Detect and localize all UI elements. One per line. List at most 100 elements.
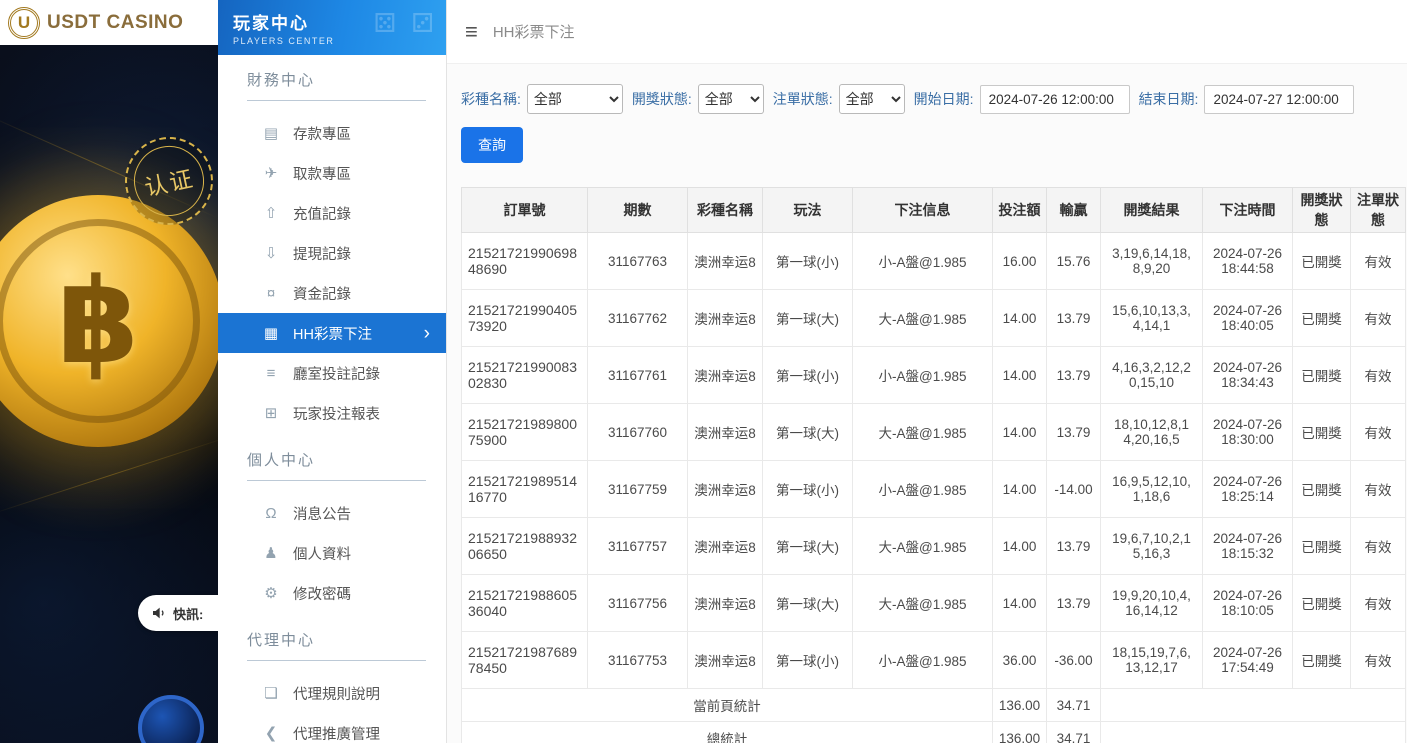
table-cell: 2024-07-26 18:15:32 bbox=[1203, 518, 1293, 575]
table-cell: 澳洲幸运8 bbox=[688, 404, 763, 461]
table-cell: 31167762 bbox=[588, 290, 688, 347]
draw-status-select[interactable]: 全部 bbox=[698, 84, 764, 114]
table-cell: 2024-07-26 18:30:00 bbox=[1203, 404, 1293, 461]
sidebar-menu: 財務中心 ▤ 存款專區 ✈取款專區⇧充值記錄⇩提現記錄¤資金記錄▦HH彩票下注›≡廳室… bbox=[218, 55, 446, 743]
table-cell: 第一球(小) bbox=[763, 347, 853, 404]
sidebar-item-funds-record[interactable]: ¤資金記錄 bbox=[218, 273, 446, 313]
summary-row: 總統計136.0034.71 bbox=[462, 722, 1406, 743]
table-cell: 13.79 bbox=[1047, 347, 1101, 404]
table-cell: 已開獎 bbox=[1293, 632, 1351, 689]
news-ticker[interactable]: 快訊: bbox=[138, 595, 218, 631]
section-title: 財務中心 bbox=[247, 69, 426, 101]
sidebar-header: 玩家中心 PLAYERS CENTER ⚄ ⚂ bbox=[218, 0, 446, 55]
table-cell: 13.79 bbox=[1047, 404, 1101, 461]
sidebar-item-player-bet-report[interactable]: ⊞玩家投注報表 bbox=[218, 393, 446, 433]
summary-label: 當前頁統計 bbox=[462, 689, 993, 722]
decor-line bbox=[0, 435, 218, 516]
sidebar-item-profile[interactable]: ♟個人資料 bbox=[218, 533, 446, 573]
table-cell: 有效 bbox=[1351, 461, 1406, 518]
sidebar-item-deposit[interactable]: ▤ 存款專區 bbox=[218, 113, 446, 153]
summary-empty-cell bbox=[1101, 689, 1406, 722]
table-cell: 13.79 bbox=[1047, 518, 1101, 575]
sidebar-item-agent-rules[interactable]: ❏代理規則說明 bbox=[218, 673, 446, 713]
sidebar-item-recharge-record[interactable]: ⇧充值記錄 bbox=[218, 193, 446, 233]
lottery-name-select[interactable]: 全部 bbox=[527, 84, 623, 114]
main-area: ≡ HH彩票下注 彩種名稱: 全部 開獎狀態: 全部 注單狀態: bbox=[447, 0, 1407, 743]
bitcoin-symbol: ฿ bbox=[57, 252, 139, 390]
withdraw-send-icon: ✈ bbox=[262, 164, 280, 182]
sidebar-item-change-password[interactable]: ⚙ 修改密碼 bbox=[218, 573, 446, 613]
sidebar-item-label: 代理推廣管理 bbox=[293, 723, 380, 743]
brand-logo-text: USDT CASINO bbox=[47, 12, 183, 34]
end-date-label: 結束日期: bbox=[1139, 89, 1199, 109]
table-cell: 小-A盤@1.985 bbox=[853, 632, 993, 689]
table-cell: 14.00 bbox=[993, 461, 1047, 518]
table-cell: 第一球(大) bbox=[763, 290, 853, 347]
table-cell: 18,10,12,8,14,20,16,5 bbox=[1101, 404, 1203, 461]
sidebar-item-withdraw[interactable]: ✈取款專區 bbox=[218, 153, 446, 193]
table-cell: 2024-07-26 18:44:58 bbox=[1203, 233, 1293, 290]
table-cell: 已開獎 bbox=[1293, 290, 1351, 347]
hamburger-menu-icon[interactable]: ≡ bbox=[465, 21, 478, 43]
summary-empty-cell bbox=[1101, 722, 1406, 743]
column-header: 注單狀態 bbox=[1351, 188, 1406, 233]
table-cell: 31167757 bbox=[588, 518, 688, 575]
sidebar-item-label: 修改密碼 bbox=[293, 583, 351, 604]
table-cell: 大-A盤@1.985 bbox=[853, 518, 993, 575]
certification-badge-label: 认证 bbox=[127, 139, 210, 222]
floating-widget[interactable] bbox=[138, 695, 204, 743]
sidebar-item-label: 玩家投注報表 bbox=[293, 403, 380, 424]
table-cell: 大-A盤@1.985 bbox=[853, 404, 993, 461]
start-date-input[interactable] bbox=[980, 85, 1130, 114]
speaker-icon bbox=[151, 605, 167, 621]
table-cell: 19,9,20,10,4,16,14,12 bbox=[1101, 575, 1203, 632]
column-header: 期數 bbox=[588, 188, 688, 233]
sidebar-item-label: 充值記錄 bbox=[293, 203, 351, 224]
table-cell: 31167759 bbox=[588, 461, 688, 518]
table-cell: 澳洲幸运8 bbox=[688, 290, 763, 347]
table-cell: 小-A盤@1.985 bbox=[853, 347, 993, 404]
table-cell: 31167761 bbox=[588, 347, 688, 404]
end-date-input[interactable] bbox=[1204, 85, 1354, 114]
summary-label: 總統計 bbox=[462, 722, 993, 743]
table-cell: 大-A盤@1.985 bbox=[853, 290, 993, 347]
sidebar-item-withdraw-record[interactable]: ⇩提現記錄 bbox=[218, 233, 446, 273]
gear-icon: ⚙ bbox=[262, 584, 280, 602]
table-cell: 2152172198893206650 bbox=[462, 518, 588, 575]
sidebar-item-room-bet-record[interactable]: ≡廳室投註記錄 bbox=[218, 353, 446, 393]
table-cell: 小-A盤@1.985 bbox=[853, 233, 993, 290]
table-row: 215217219876897845031167753澳洲幸运8第一球(小)小-… bbox=[462, 632, 1406, 689]
deposit-card-icon: ▤ bbox=[262, 124, 280, 142]
news-label: 快訊: bbox=[173, 604, 203, 623]
table-cell: 4,16,3,2,12,20,15,10 bbox=[1101, 347, 1203, 404]
column-header: 投注額 bbox=[993, 188, 1047, 233]
table-cell: 已開獎 bbox=[1293, 404, 1351, 461]
lottery-bet-icon: ▦ bbox=[262, 324, 280, 342]
column-header: 開獎結果 bbox=[1101, 188, 1203, 233]
table-cell: 有效 bbox=[1351, 290, 1406, 347]
table-cell: 澳洲幸运8 bbox=[688, 233, 763, 290]
sidebar: 玩家中心 PLAYERS CENTER ⚄ ⚂ 財務中心 ▤ 存款專區 ✈取款專區⇧充… bbox=[218, 0, 447, 743]
table-cell: 2152172198951416770 bbox=[462, 461, 588, 518]
table-cell: 13.79 bbox=[1047, 290, 1101, 347]
brand-logo[interactable]: U USDT CASINO bbox=[0, 0, 218, 45]
sidebar-item-announcements[interactable]: Ω消息公告 bbox=[218, 493, 446, 533]
table-body: 215217219906984869031167763澳洲幸运8第一球(小)小-… bbox=[462, 233, 1406, 743]
table-cell: 已開獎 bbox=[1293, 461, 1351, 518]
order-status-select[interactable]: 全部 bbox=[839, 84, 905, 114]
table-cell: 31167753 bbox=[588, 632, 688, 689]
sidebar-item-label: 存款專區 bbox=[293, 123, 351, 144]
table-cell: 第一球(大) bbox=[763, 404, 853, 461]
table-row: 215217219886053604031167756澳洲幸运8第一球(大)大-… bbox=[462, 575, 1406, 632]
draw-status-label: 開獎狀態: bbox=[632, 89, 692, 109]
table-cell: 13.79 bbox=[1047, 575, 1101, 632]
table-cell: 3,19,6,14,18,8,9,20 bbox=[1101, 233, 1203, 290]
table-cell: 15,6,10,13,3,4,14,1 bbox=[1101, 290, 1203, 347]
summary-row: 當前頁統計136.0034.71 bbox=[462, 689, 1406, 722]
person-icon: ♟ bbox=[262, 544, 280, 562]
sidebar-item-lottery-bets[interactable]: ▦HH彩票下注› bbox=[218, 313, 446, 353]
table-cell: 2152172199069848690 bbox=[462, 233, 588, 290]
query-button[interactable]: 查詢 bbox=[461, 127, 523, 163]
app-root: U USDT CASINO ฿ 认证 快訊: 玩 bbox=[0, 0, 1407, 743]
sidebar-item-agent-promotion[interactable]: ❮代理推廣管理 bbox=[218, 713, 446, 743]
